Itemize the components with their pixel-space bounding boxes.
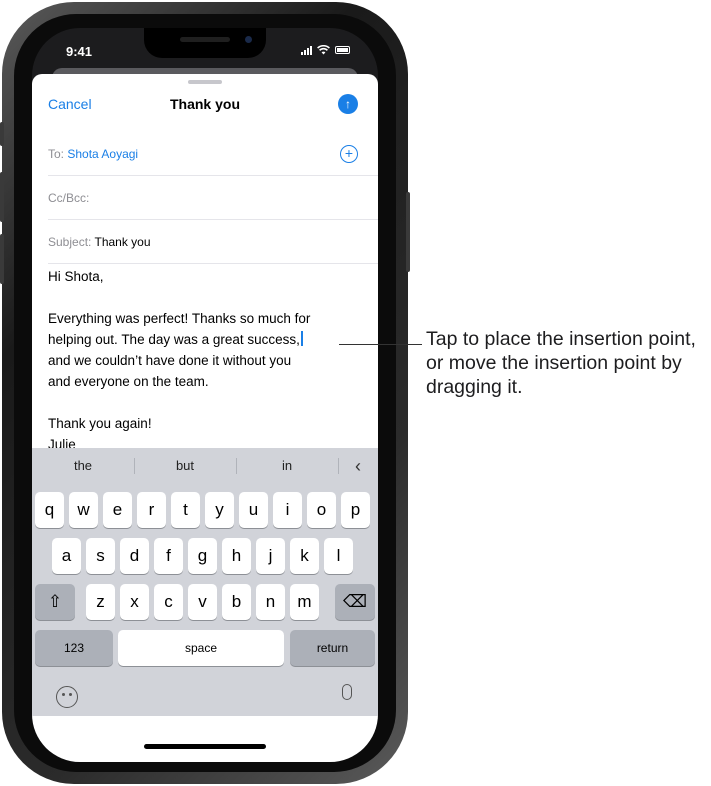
key-a[interactable]: a (52, 538, 81, 574)
key-row-4: 123 space return (32, 630, 378, 670)
screen: 9:41 Cancel Thank you ↑ To: Shota Aoyagi… (32, 28, 378, 762)
shift-key[interactable]: ⇧ (35, 584, 75, 620)
key-j[interactable]: j (256, 538, 285, 574)
closing-line: Thank you again! (48, 416, 152, 431)
sheet-grabber[interactable] (188, 80, 222, 84)
key-c[interactable]: c (154, 584, 183, 620)
key-l[interactable]: l (324, 538, 353, 574)
message-body[interactable]: Hi Shota, Everything was perfect! Thanks… (48, 266, 362, 455)
subject-value[interactable]: Thank you (94, 235, 150, 249)
status-time: 9:41 (66, 44, 93, 59)
insertion-point-cursor[interactable] (300, 331, 303, 346)
key-y[interactable]: y (205, 492, 234, 528)
speaker (180, 37, 230, 42)
keyboard: the but in ‹ q w e r t y u i o p a s d f… (32, 448, 378, 716)
keyboard-bottom-bar (32, 674, 378, 722)
compose-sheet: Cancel Thank you ↑ To: Shota Aoyagi + Cc… (32, 74, 378, 762)
send-button[interactable]: ↑ (338, 94, 358, 114)
compose-nav-bar: Cancel Thank you ↑ (32, 86, 378, 122)
key-d[interactable]: d (120, 538, 149, 574)
subject-field[interactable]: Subject: Thank you (48, 220, 378, 264)
subject-label: Subject: (48, 235, 92, 249)
cellular-signal-icon (301, 45, 312, 55)
key-row-3: ⇧ z x c v b n m ⌫ (32, 584, 378, 624)
body-line-1: Everything was perfect! Thanks so much f… (48, 311, 311, 326)
emoji-icon[interactable] (56, 686, 78, 708)
key-w[interactable]: w (69, 492, 98, 528)
suggestion-3[interactable]: in (236, 448, 338, 484)
chevron-left-icon[interactable]: ‹ (338, 448, 378, 484)
key-z[interactable]: z (86, 584, 115, 620)
plus-icon: + (344, 145, 354, 161)
phone-frame: 9:41 Cancel Thank you ↑ To: Shota Aoyagi… (0, 2, 410, 784)
space-key[interactable]: space (118, 630, 284, 666)
shift-icon: ⇧ (47, 592, 63, 611)
key-row-1: q w e r t y u i o p (32, 492, 378, 532)
key-g[interactable]: g (188, 538, 217, 574)
home-indicator[interactable] (144, 744, 266, 749)
volume-up-button (0, 172, 4, 222)
status-icons (301, 45, 350, 55)
key-k[interactable]: k (290, 538, 319, 574)
power-button (406, 192, 410, 272)
key-f[interactable]: f (154, 538, 183, 574)
notch (144, 28, 266, 58)
key-u[interactable]: u (239, 492, 268, 528)
key-n[interactable]: n (256, 584, 285, 620)
key-t[interactable]: t (171, 492, 200, 528)
camera (245, 36, 252, 43)
delete-key[interactable]: ⌫ (335, 584, 375, 620)
cc-bcc-field[interactable]: Cc/Bcc: (48, 176, 378, 220)
key-row-2: a s d f g h j k l (32, 538, 378, 578)
key-x[interactable]: x (120, 584, 149, 620)
key-p[interactable]: p (341, 492, 370, 528)
key-s[interactable]: s (86, 538, 115, 574)
volume-down-button (0, 234, 4, 284)
silent-switch (0, 122, 4, 146)
add-contact-button[interactable]: + (340, 145, 358, 163)
return-key[interactable]: return (290, 630, 375, 666)
to-recipient[interactable]: Shota Aoyagi (67, 147, 138, 161)
key-q[interactable]: q (35, 492, 64, 528)
key-o[interactable]: o (307, 492, 336, 528)
delete-icon: ⌫ (342, 592, 368, 611)
suggestion-2[interactable]: but (134, 448, 236, 484)
body-line-3: and we couldn’t have done it without you (48, 353, 292, 368)
compose-title: Thank you (169, 96, 240, 112)
key-m[interactable]: m (290, 584, 319, 620)
greeting-line: Hi Shota, (48, 269, 104, 284)
key-r[interactable]: r (137, 492, 166, 528)
key-e[interactable]: e (103, 492, 132, 528)
wifi-icon (317, 45, 330, 55)
callout-text: Tap to place the insertion point, or mov… (426, 328, 696, 398)
callout-line (339, 344, 422, 345)
key-i[interactable]: i (273, 492, 302, 528)
to-label: To: (48, 147, 65, 161)
body-line-2: helping out. The day was a great success… (48, 332, 300, 347)
key-b[interactable]: b (222, 584, 251, 620)
suggestion-1[interactable]: the (32, 448, 134, 484)
cc-bcc-label: Cc/Bcc: (48, 191, 90, 205)
key-v[interactable]: v (188, 584, 217, 620)
numbers-key[interactable]: 123 (35, 630, 113, 666)
arrow-up-icon: ↑ (345, 97, 351, 111)
microphone-icon[interactable] (342, 684, 352, 700)
body-line-4: and everyone on the team. (48, 374, 209, 389)
predictive-bar: the but in ‹ (32, 448, 378, 484)
key-h[interactable]: h (222, 538, 251, 574)
battery-icon (335, 46, 350, 54)
body-line-2-wrap: helping out. The day was a great success… (48, 329, 362, 350)
to-field[interactable]: To: Shota Aoyagi + (48, 132, 378, 176)
